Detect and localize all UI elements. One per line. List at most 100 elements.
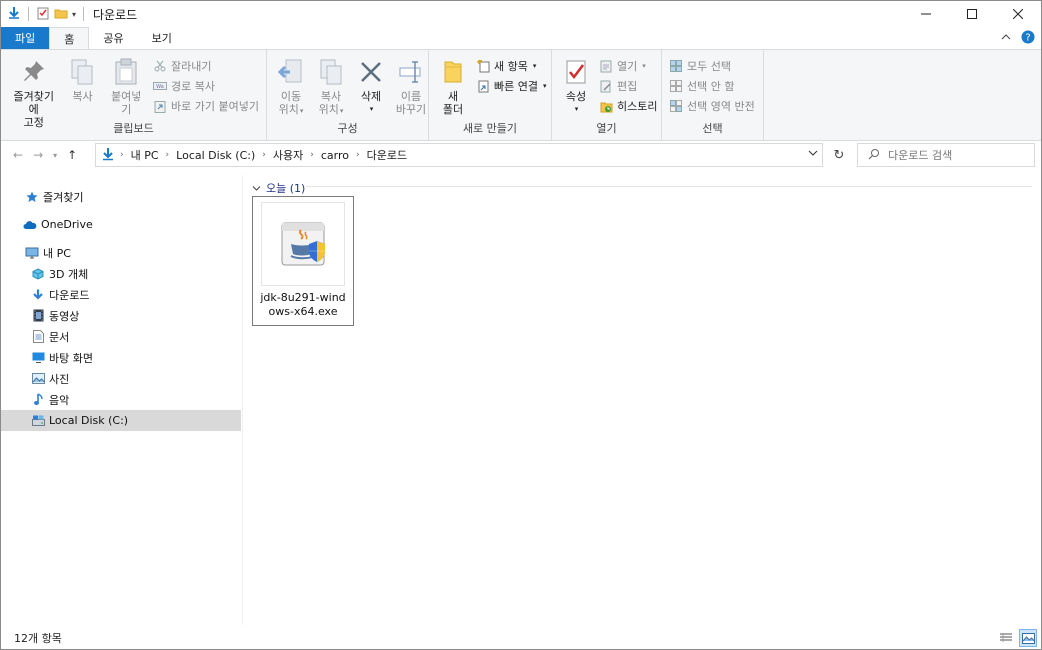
refresh-button[interactable]: ↻ [827,143,851,167]
file-name: jdk-8u291-windows-x64.exe [260,291,346,318]
chevron-down-icon: ▾ [299,107,304,115]
easy-access-button[interactable]: 빠른 연결 ▾ [473,77,550,95]
breadcrumb-local-disk[interactable]: Local Disk (C:) [176,149,255,162]
copy-path-button[interactable]: Wa 경로 복사 [150,77,262,95]
search-box[interactable] [857,143,1035,167]
clipboard-group: 즐겨찾기에 고정 복사 붙여넣기 잘라내기 Wa 경로 복사 바로 가기 붙여넣… [1,50,267,140]
folder-icon [437,56,469,88]
title-bar: ▾ 다운로드 [1,1,1041,27]
nav-item-local-disk[interactable]: Local Disk (C:) [1,410,241,431]
collapse-ribbon-icon[interactable] [1001,32,1011,45]
breadcrumb-chevron-icon: › [262,150,266,160]
file-thumbnail [261,202,345,286]
breadcrumb-chevron-icon: › [165,150,170,160]
status-bar: 12개 항목 [1,627,1041,649]
breadcrumb-this-pc[interactable]: 내 PC [131,147,159,163]
clipboard-icon [110,56,142,88]
new-folder-quick-icon[interactable] [54,6,68,23]
view-toggle [997,629,1037,647]
svg-text:Wa: Wa [156,84,164,90]
properties-check-icon [560,56,592,88]
new-item-button[interactable]: 새 항목 ▾ [473,57,550,75]
back-arrow-icon[interactable]: ← [13,148,23,162]
open-group: 속성 ▾ 열기 ▾ 편집 히스토리 열기 [552,50,662,140]
up-arrow-icon[interactable]: ↑ [67,148,77,162]
delete-x-icon [355,56,387,88]
toolbar-divider [83,7,85,21]
star-icon [25,190,39,204]
java-installer-icon [281,222,325,266]
edit-button[interactable]: 편집 [596,77,660,95]
new-group-label: 새로 만들기 [462,122,518,135]
nav-item-pictures[interactable]: 사진 [1,368,241,389]
select-all-icon [669,59,683,73]
recent-locations-icon[interactable]: ▾ [53,151,57,160]
pin-icon [18,56,50,88]
scissors-icon [153,59,167,73]
nav-item-downloads[interactable]: 다운로드 [1,284,241,305]
nav-item-documents[interactable]: 문서 [1,326,241,347]
large-icons-view-button[interactable] [1019,629,1037,647]
history-button[interactable]: 히스토리 [596,97,660,115]
chevron-down-icon: ▾ [532,62,537,70]
nav-item-desktop[interactable]: 바탕 화면 [1,347,241,368]
maximize-button[interactable] [949,1,995,27]
chevron-down-icon: ▾ [542,82,547,90]
close-button[interactable] [995,1,1041,27]
cut-button[interactable]: 잘라내기 [150,57,262,75]
group-header-today[interactable]: 오늘 (1) [252,180,305,196]
new-item-icon [476,59,490,73]
chevron-down-icon: ▾ [339,107,344,115]
download-location-icon [102,147,114,164]
nav-buttons: ← → ▾ ↑ [1,148,95,162]
drive-icon [31,414,45,428]
breadcrumb-chevron-icon: › [356,150,360,160]
nav-item-videos[interactable]: 동영상 [1,305,241,326]
copy-icon [66,56,98,88]
nav-item-favorites[interactable]: 즐겨찾기 [1,186,241,207]
move-to-icon [275,56,307,88]
open-button[interactable]: 열기 ▾ [596,57,660,75]
nav-item-this-pc[interactable]: 내 PC [1,242,241,263]
help-icon[interactable]: ? [1021,30,1035,47]
ribbon-tab-controls: ? [1001,27,1035,49]
tab-view[interactable]: 보기 [138,27,186,49]
file-item[interactable]: jdk-8u291-windows-x64.exe [252,196,354,326]
nav-item-3d-objects[interactable]: 3D 개체 [1,263,241,284]
nav-item-onedrive[interactable]: OneDrive [1,214,241,235]
chevron-down-icon [252,182,261,195]
address-bar[interactable]: › 내 PC › Local Disk (C:) › 사용자 › carro ›… [95,143,823,167]
customize-toolbar-icon[interactable]: ▾ [72,10,76,19]
window-title: 다운로드 [93,7,138,22]
forward-arrow-icon[interactable]: → [33,148,43,162]
minimize-button[interactable] [903,1,949,27]
nav-item-music[interactable]: 음악 [1,389,241,410]
details-view-icon [1000,633,1012,642]
svg-text:?: ? [1025,32,1030,43]
tab-share[interactable]: 공유 [89,27,137,49]
tab-file[interactable]: 파일 [1,27,50,49]
breadcrumb-downloads[interactable]: 다운로드 [367,147,407,163]
address-history-chevron-icon[interactable] [808,148,818,161]
new-group: 새 폴더 새 항목 ▾ 빠른 연결 ▾ 새로 만들기 [429,50,552,140]
large-icons-view-icon [1021,632,1035,644]
chevron-down-icon: ▾ [369,105,374,113]
ribbon: 즐겨찾기에 고정 복사 붙여넣기 잘라내기 Wa 경로 복사 바로 가기 붙여넣… [1,49,1041,141]
window-controls [903,1,1041,27]
organize-group-label: 구성 [337,122,358,135]
breadcrumb-users[interactable]: 사용자 [273,147,303,163]
details-view-button[interactable] [997,629,1015,647]
select-all-button[interactable]: 모두 선택 [666,57,758,75]
select-group: 모두 선택 선택 안 함 선택 영역 반전 선택 [662,50,764,140]
edit-icon [599,79,613,93]
select-none-button[interactable]: 선택 안 함 [666,77,758,95]
tab-home[interactable]: 홈 [49,27,90,49]
open-group-label: 열기 [596,122,617,135]
cloud-icon [23,218,37,232]
breadcrumb-user-folder[interactable]: carro [321,149,349,162]
search-input[interactable] [888,148,1028,162]
toolbar-divider [28,7,29,21]
invert-selection-button[interactable]: 선택 영역 반전 [666,97,758,115]
properties-quick-icon[interactable] [36,6,50,23]
paste-shortcut-button[interactable]: 바로 가기 붙여넣기 [150,97,262,115]
